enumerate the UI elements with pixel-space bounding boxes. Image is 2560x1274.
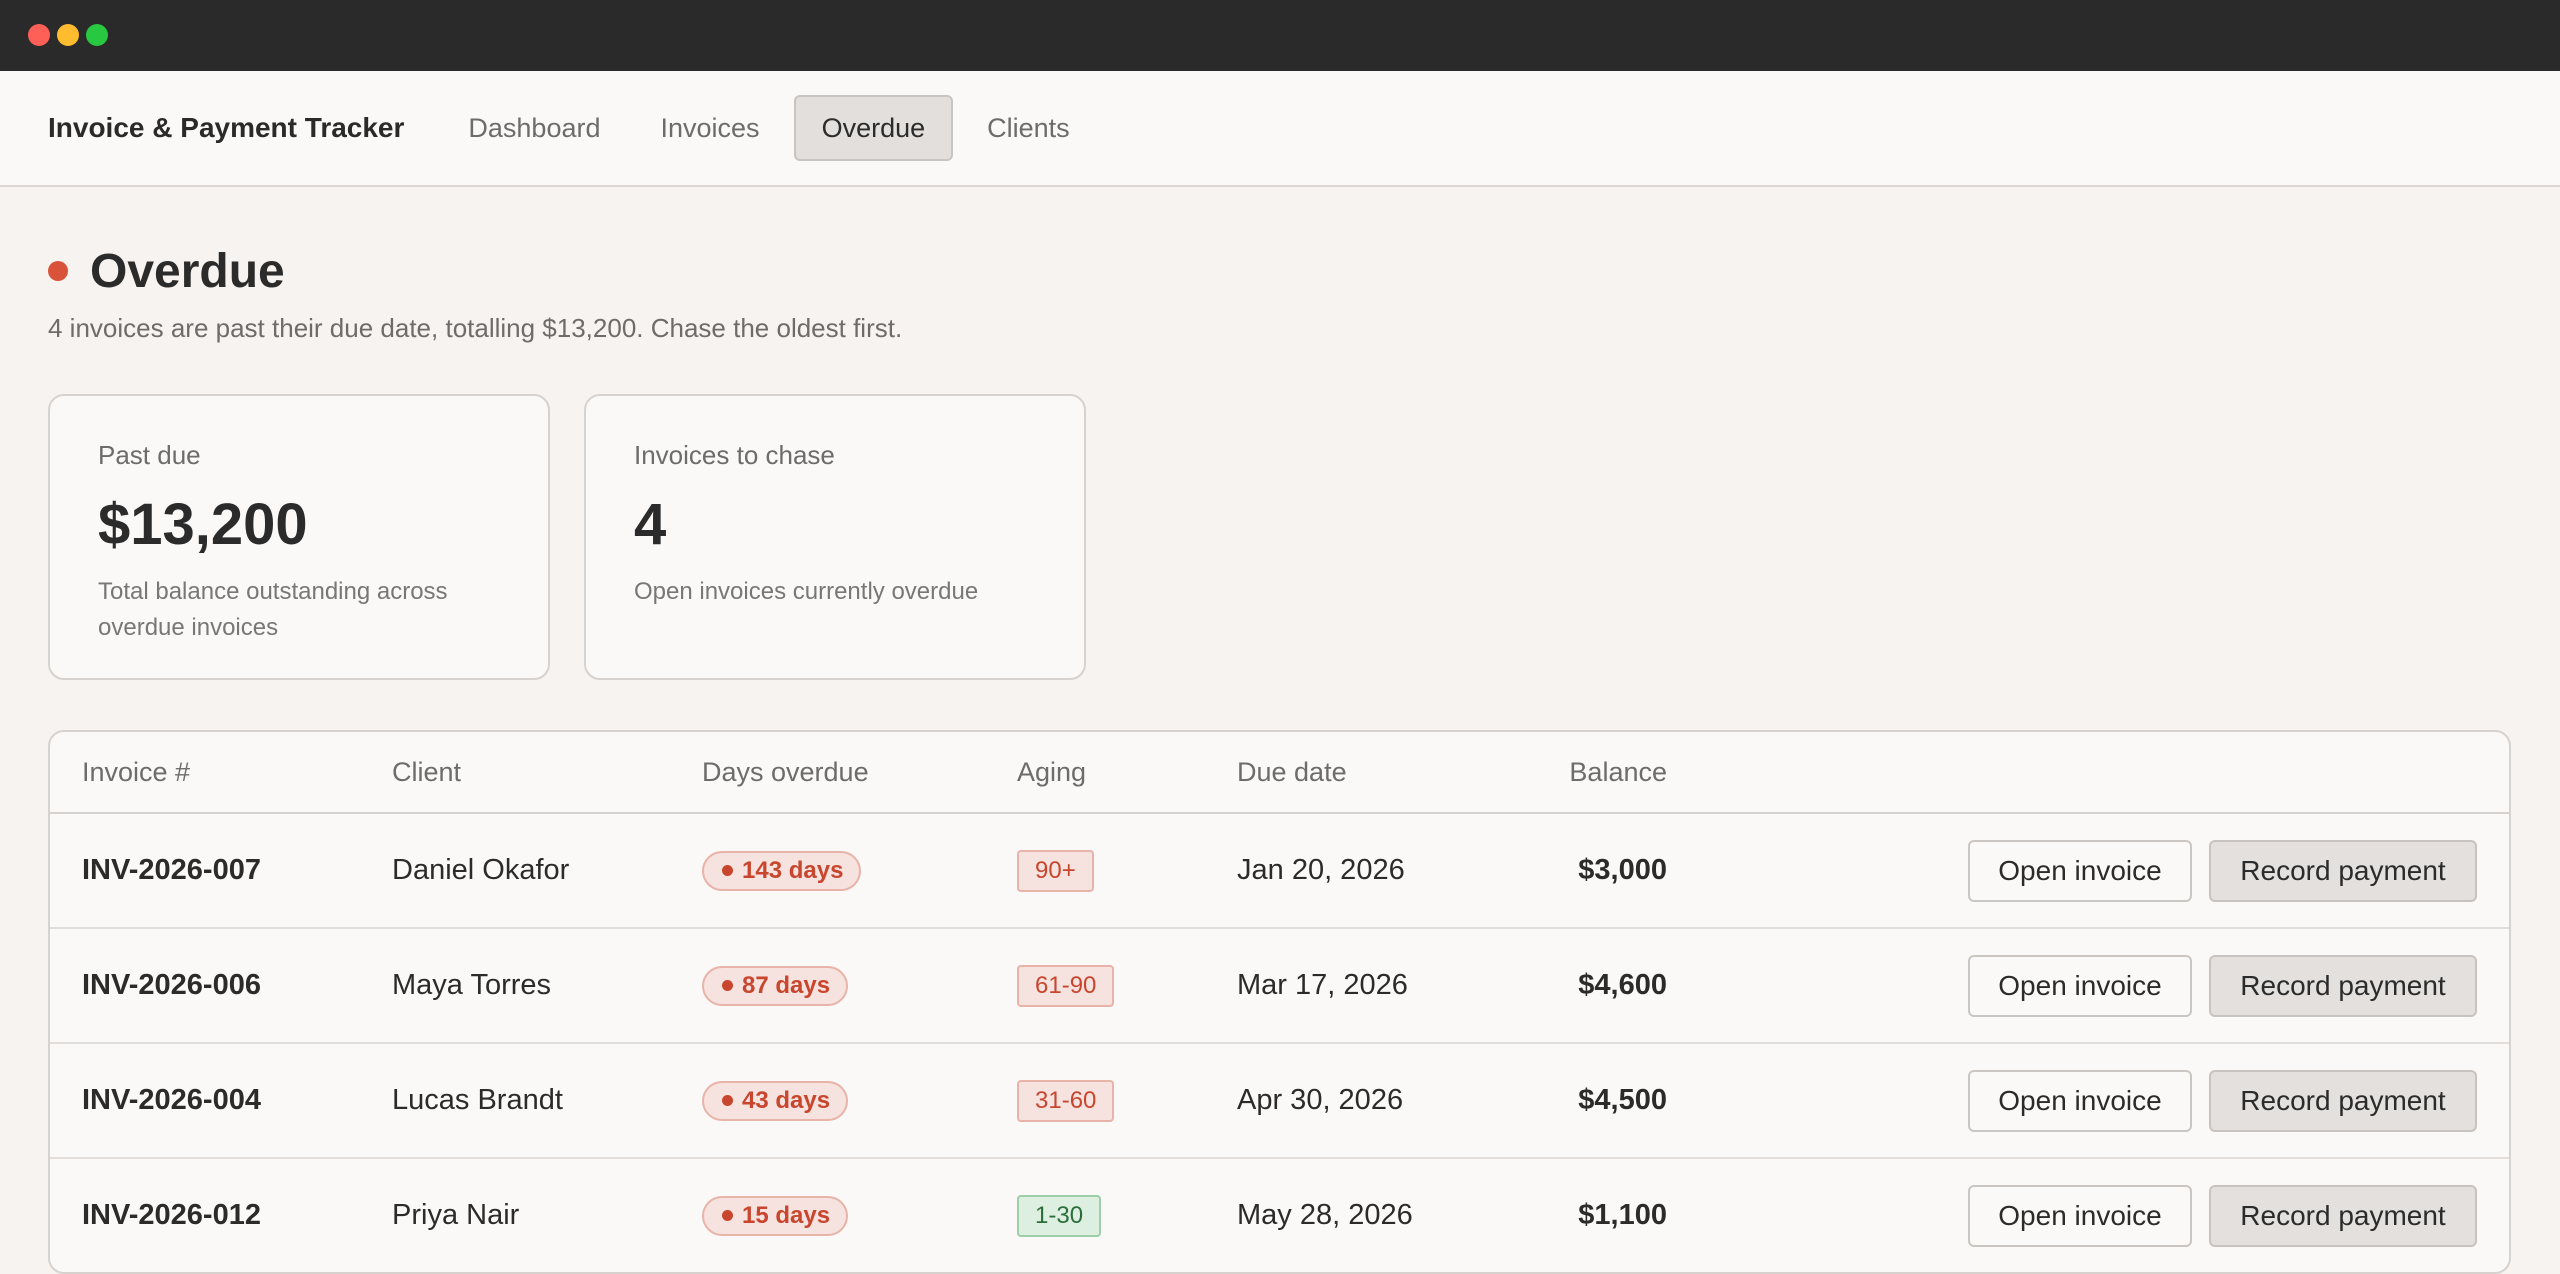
- main-content: Overdue 4 invoices are past their due da…: [0, 243, 2560, 1274]
- column-header-due-date: Due date: [1237, 756, 1347, 787]
- page-header: Overdue: [48, 243, 2512, 299]
- past-due-card: Past due $13,200 Total balance outstandi…: [48, 394, 550, 680]
- table-row: INV-2026-006 Maya Torres 87 days 61-90 M…: [50, 929, 2509, 1044]
- card-description: Open invoices currently overdue: [634, 578, 979, 605]
- top-navbar: Invoice & Payment Tracker Dashboard Invo…: [0, 71, 2560, 187]
- days-overdue-text: 87 days: [742, 971, 831, 999]
- column-header-aging: Aging: [1017, 756, 1087, 787]
- table-row: INV-2026-007 Daniel Okafor 143 days 90+ …: [50, 814, 2509, 929]
- days-overdue-text: 143 days: [742, 856, 844, 884]
- days-overdue-badge: 15 days: [702, 1195, 849, 1236]
- column-header-client: Client: [392, 756, 462, 787]
- invoice-number: INV-2026-012: [82, 1199, 261, 1231]
- maximize-window-button[interactable]: [86, 24, 108, 46]
- column-header-balance: Balance: [1569, 756, 1667, 787]
- client-name: Daniel Okafor: [392, 854, 570, 886]
- close-window-button[interactable]: [28, 24, 50, 46]
- table-row: INV-2026-012 Priya Nair 15 days 1-30 May…: [50, 1159, 2509, 1272]
- days-overdue-badge: 43 days: [702, 1080, 849, 1121]
- card-label: Past due: [98, 440, 201, 470]
- overdue-dot-icon: [722, 1095, 733, 1106]
- record-payment-button[interactable]: Record payment: [2209, 839, 2477, 902]
- client-name: Priya Nair: [392, 1199, 520, 1231]
- tab-dashboard[interactable]: Dashboard: [442, 95, 626, 161]
- aging-badge: 1-30: [1017, 1194, 1102, 1237]
- page-title: Overdue: [90, 244, 285, 298]
- open-invoice-button[interactable]: Open invoice: [1968, 1069, 2192, 1132]
- aging-badge: 90+: [1017, 849, 1094, 892]
- tab-overdue[interactable]: Overdue: [793, 95, 954, 161]
- due-date: May 28, 2026: [1237, 1199, 1413, 1231]
- overdue-dot-icon: [722, 1210, 733, 1221]
- overdue-dot-icon: [722, 865, 733, 876]
- open-invoice-button[interactable]: Open invoice: [1968, 839, 2192, 902]
- window-titlebar: [0, 0, 2560, 71]
- app-title: Invoice & Payment Tracker: [48, 112, 405, 143]
- due-date: Jan 20, 2026: [1237, 854, 1405, 886]
- overdue-invoices-table: Invoice # Client Days overdue Aging Due …: [48, 730, 2511, 1274]
- card-value: 4: [634, 492, 667, 557]
- open-invoice-button[interactable]: Open invoice: [1968, 954, 2192, 1017]
- open-invoice-button[interactable]: Open invoice: [1968, 1184, 2192, 1247]
- invoice-number: INV-2026-006: [82, 969, 261, 1001]
- invoice-number: INV-2026-007: [82, 854, 261, 886]
- record-payment-button[interactable]: Record payment: [2209, 1069, 2477, 1132]
- client-name: Lucas Brandt: [392, 1084, 563, 1116]
- record-payment-button[interactable]: Record payment: [2209, 1184, 2477, 1247]
- balance: $4,600: [1578, 969, 1667, 1001]
- due-date: Apr 30, 2026: [1237, 1084, 1404, 1116]
- days-overdue-text: 43 days: [742, 1086, 831, 1114]
- table-row: INV-2026-004 Lucas Brandt 43 days 31-60 …: [50, 1044, 2509, 1159]
- minimize-window-button[interactable]: [57, 24, 79, 46]
- column-header-invoice: Invoice #: [82, 756, 191, 787]
- aging-badge: 31-60: [1017, 1079, 1115, 1122]
- days-overdue-badge: 87 days: [702, 965, 849, 1006]
- tab-clients[interactable]: Clients: [961, 95, 1096, 161]
- days-overdue-text: 15 days: [742, 1201, 831, 1229]
- page-subtitle: 4 invoices are past their due date, tota…: [48, 313, 903, 343]
- card-description: Total balance outstanding across overdue…: [98, 578, 448, 641]
- aging-badge: 61-90: [1017, 964, 1115, 1007]
- card-label: Invoices to chase: [634, 440, 835, 470]
- invoice-number: INV-2026-004: [82, 1084, 261, 1116]
- card-value: $13,200: [98, 492, 308, 557]
- balance: $1,100: [1578, 1199, 1667, 1231]
- client-name: Maya Torres: [392, 969, 552, 1001]
- summary-cards: Past due $13,200 Total balance outstandi…: [48, 394, 2512, 680]
- invoices-to-chase-card: Invoices to chase 4 Open invoices curren…: [584, 394, 1086, 680]
- overdue-status-dot: [48, 261, 68, 281]
- record-payment-button[interactable]: Record payment: [2209, 954, 2477, 1017]
- balance: $4,500: [1578, 1084, 1667, 1116]
- due-date: Mar 17, 2026: [1237, 969, 1408, 1001]
- column-header-days-overdue: Days overdue: [702, 756, 869, 787]
- table-header: Invoice # Client Days overdue Aging Due …: [50, 732, 2509, 814]
- days-overdue-badge: 143 days: [702, 850, 862, 891]
- overdue-dot-icon: [722, 980, 733, 991]
- tab-invoices[interactable]: Invoices: [635, 95, 786, 161]
- balance: $3,000: [1578, 854, 1667, 886]
